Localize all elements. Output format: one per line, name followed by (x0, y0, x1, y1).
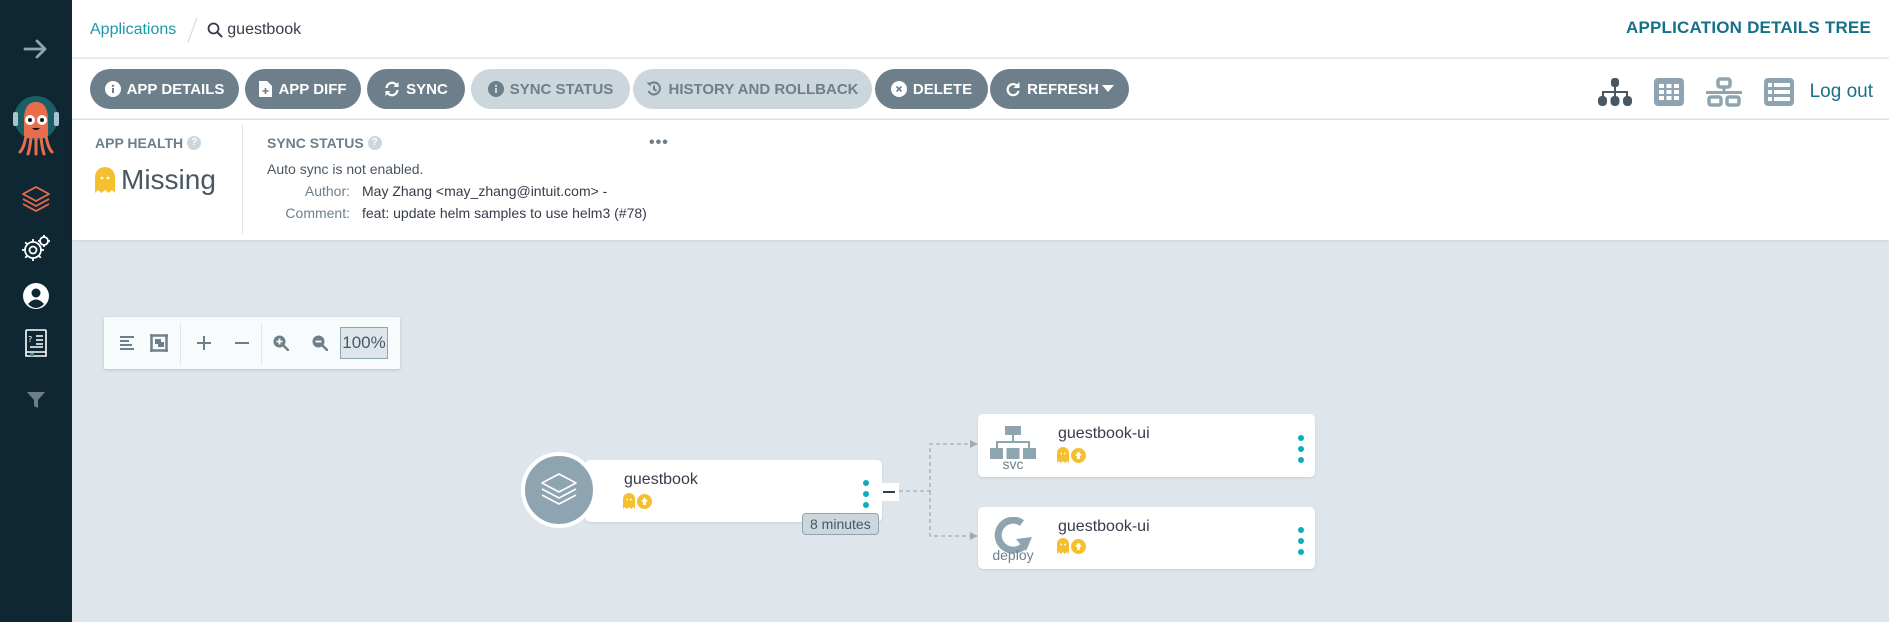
node-name: guestbook (624, 471, 698, 488)
app-node-icon (521, 452, 597, 528)
node-name: guestbook-ui (1058, 518, 1150, 535)
node-menu-button[interactable] (1296, 435, 1306, 463)
collapse-children-button[interactable] (879, 483, 899, 501)
kind-icon-service: svc (990, 426, 1036, 472)
node-menu-button[interactable] (1296, 527, 1306, 555)
kind-icon-deployment: deploy (992, 517, 1034, 563)
resource-node-deployment[interactable]: deploy guestbook-ui (978, 507, 1315, 569)
node-menu-button[interactable] (861, 480, 871, 508)
ghost-icon (1057, 447, 1069, 463)
resource-node-service[interactable]: svc guestbook-ui (978, 414, 1315, 477)
out-of-sync-icon (1071, 538, 1086, 554)
edge-arrow (970, 532, 978, 540)
out-of-sync-icon (637, 493, 652, 509)
edge-to-service (899, 443, 970, 492)
graph-edges (899, 440, 978, 540)
edge-to-deployment (929, 491, 970, 537)
resource-age-badge: 8 minutes (802, 513, 879, 535)
node-status-icons (1057, 447, 1088, 463)
node-status-icons (623, 493, 654, 509)
sitemap-icon (990, 426, 1036, 459)
node-name: guestbook-ui (1058, 425, 1150, 442)
kind-label: deploy (992, 547, 1034, 563)
kind-label: svc (1002, 456, 1024, 472)
ghost-icon (623, 493, 635, 509)
layers-icon (541, 473, 577, 505)
out-of-sync-icon (1071, 447, 1086, 463)
edge-arrow (970, 440, 978, 448)
node-status-icons (1057, 538, 1088, 554)
ghost-icon (1057, 538, 1069, 554)
